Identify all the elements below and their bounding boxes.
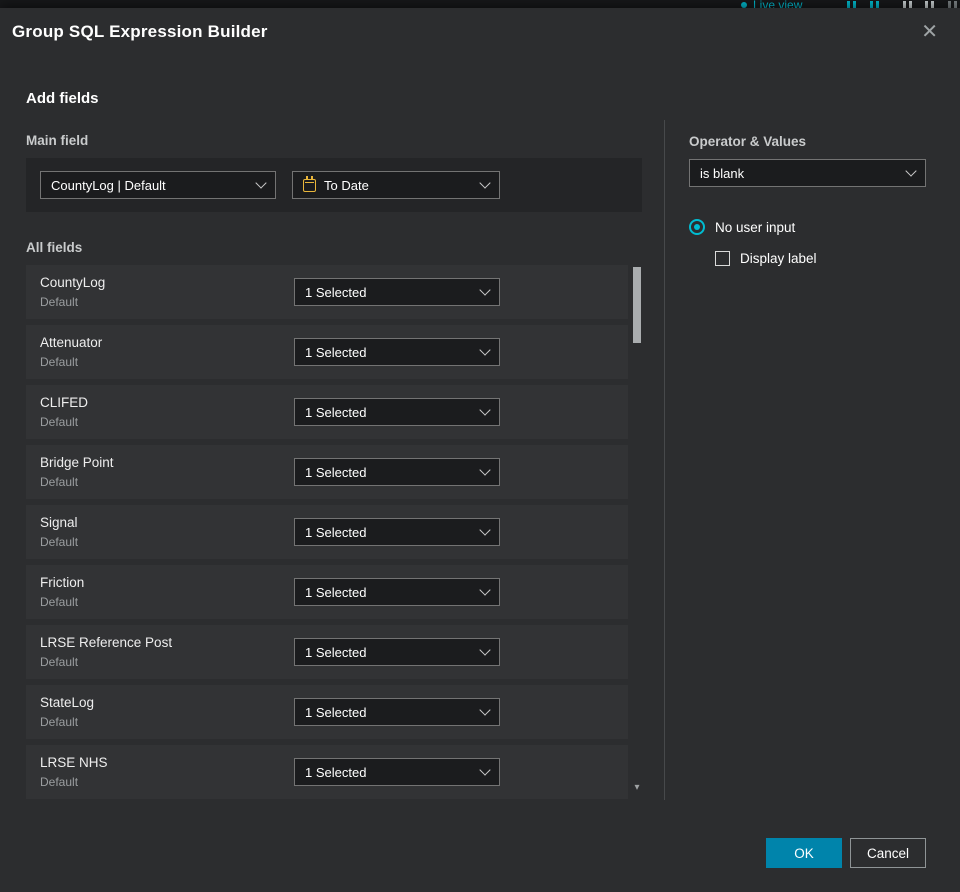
ok-button[interactable]: OK — [766, 838, 842, 868]
scrollbar-thumb[interactable] — [633, 267, 641, 343]
selected-count: 1 Selected — [305, 284, 367, 300]
scrollbar[interactable]: ▾ — [632, 265, 642, 805]
selected-count: 1 Selected — [305, 344, 367, 360]
chevron-down-icon — [479, 284, 491, 296]
display-label-option[interactable]: Display label — [715, 251, 926, 266]
field-selected-dropdown[interactable]: 1 Selected — [294, 458, 500, 486]
field-selected-dropdown[interactable]: 1 Selected — [294, 338, 500, 366]
field-selected-dropdown[interactable]: 1 Selected — [294, 638, 500, 666]
scroll-down-arrow-icon[interactable]: ▾ — [632, 783, 642, 793]
operator-values-label: Operator & Values — [689, 134, 807, 149]
field-selected-dropdown[interactable]: 1 Selected — [294, 278, 500, 306]
close-icon[interactable]: ✕ — [917, 18, 942, 46]
no-user-input-option[interactable]: No user input — [689, 219, 926, 235]
chevron-down-icon — [479, 644, 491, 656]
field-selected-dropdown[interactable]: 1 Selected — [294, 758, 500, 786]
selected-count: 1 Selected — [305, 644, 367, 660]
screen: Live view Group SQL Expression Builder ✕… — [0, 0, 960, 892]
chevron-down-icon — [479, 524, 491, 536]
checkbox-unchecked-icon[interactable] — [715, 251, 730, 266]
main-field-dropdown-value: CountyLog | Default — [51, 177, 166, 193]
chevron-down-icon — [479, 584, 491, 596]
field-row: Friction Default 1 Selected — [26, 565, 628, 619]
main-field-label: Main field — [26, 133, 89, 148]
selected-count: 1 Selected — [305, 764, 367, 780]
field-row: Attenuator Default 1 Selected — [26, 325, 628, 379]
main-field-dropdown[interactable]: CountyLog | Default — [40, 171, 276, 199]
field-selected-dropdown[interactable]: 1 Selected — [294, 398, 500, 426]
add-fields-heading: Add fields — [26, 90, 99, 107]
field-selected-dropdown[interactable]: 1 Selected — [294, 698, 500, 726]
fields-column: Add fields Main field CountyLog | Defaul… — [26, 56, 642, 805]
chevron-down-icon — [255, 177, 267, 189]
main-field-box: CountyLog | Default To Date — [26, 158, 642, 212]
operator-values-column: Operator & Values is blank No user input… — [689, 56, 926, 805]
field-row: Signal Default 1 Selected — [26, 505, 628, 559]
chevron-down-icon — [479, 764, 491, 776]
selected-count: 1 Selected — [305, 404, 367, 420]
divider — [664, 120, 665, 800]
field-row: CLIFED Default 1 Selected — [26, 385, 628, 439]
chevron-down-icon — [479, 344, 491, 356]
chevron-down-icon — [905, 165, 917, 177]
date-value-dropdown[interactable]: To Date — [292, 171, 500, 199]
all-fields-list-wrap: CountyLog Default 1 Selected Attenuator … — [26, 265, 642, 805]
operator-dropdown-value: is blank — [700, 165, 745, 181]
date-value-dropdown-value: To Date — [324, 177, 369, 193]
dialog-title-bar: Group SQL Expression Builder ✕ — [0, 8, 960, 56]
field-selected-dropdown[interactable]: 1 Selected — [294, 578, 500, 606]
all-fields-list: CountyLog Default 1 Selected Attenuator … — [26, 265, 628, 805]
selected-count: 1 Selected — [305, 464, 367, 480]
dialog-body: Add fields Main field CountyLog | Defaul… — [0, 56, 960, 805]
dialog-footer: OK Cancel — [766, 838, 926, 868]
selected-count: 1 Selected — [305, 524, 367, 540]
field-selected-dropdown[interactable]: 1 Selected — [294, 518, 500, 546]
group-sql-expression-builder-dialog: Group SQL Expression Builder ✕ Add field… — [0, 8, 960, 892]
all-fields-label: All fields — [26, 240, 83, 255]
no-user-input-label: No user input — [715, 219, 796, 235]
display-label-label: Display label — [740, 251, 817, 266]
field-row: CountyLog Default 1 Selected — [26, 265, 628, 319]
operator-dropdown[interactable]: is blank — [689, 159, 926, 187]
field-row: LRSE Reference Post Default 1 Selected — [26, 625, 628, 679]
dialog-title: Group SQL Expression Builder — [12, 22, 268, 41]
selected-count: 1 Selected — [305, 704, 367, 720]
chevron-down-icon — [479, 404, 491, 416]
chevron-down-icon — [479, 704, 491, 716]
field-row: Bridge Point Default 1 Selected — [26, 445, 628, 499]
field-row: LRSE NHS Default 1 Selected — [26, 745, 628, 799]
chevron-down-icon — [479, 464, 491, 476]
field-row: StateLog Default 1 Selected — [26, 685, 628, 739]
radio-selected-icon[interactable] — [689, 219, 705, 235]
calendar-icon — [303, 175, 316, 192]
chevron-down-icon — [479, 177, 491, 189]
cancel-button[interactable]: Cancel — [850, 838, 926, 868]
selected-count: 1 Selected — [305, 584, 367, 600]
